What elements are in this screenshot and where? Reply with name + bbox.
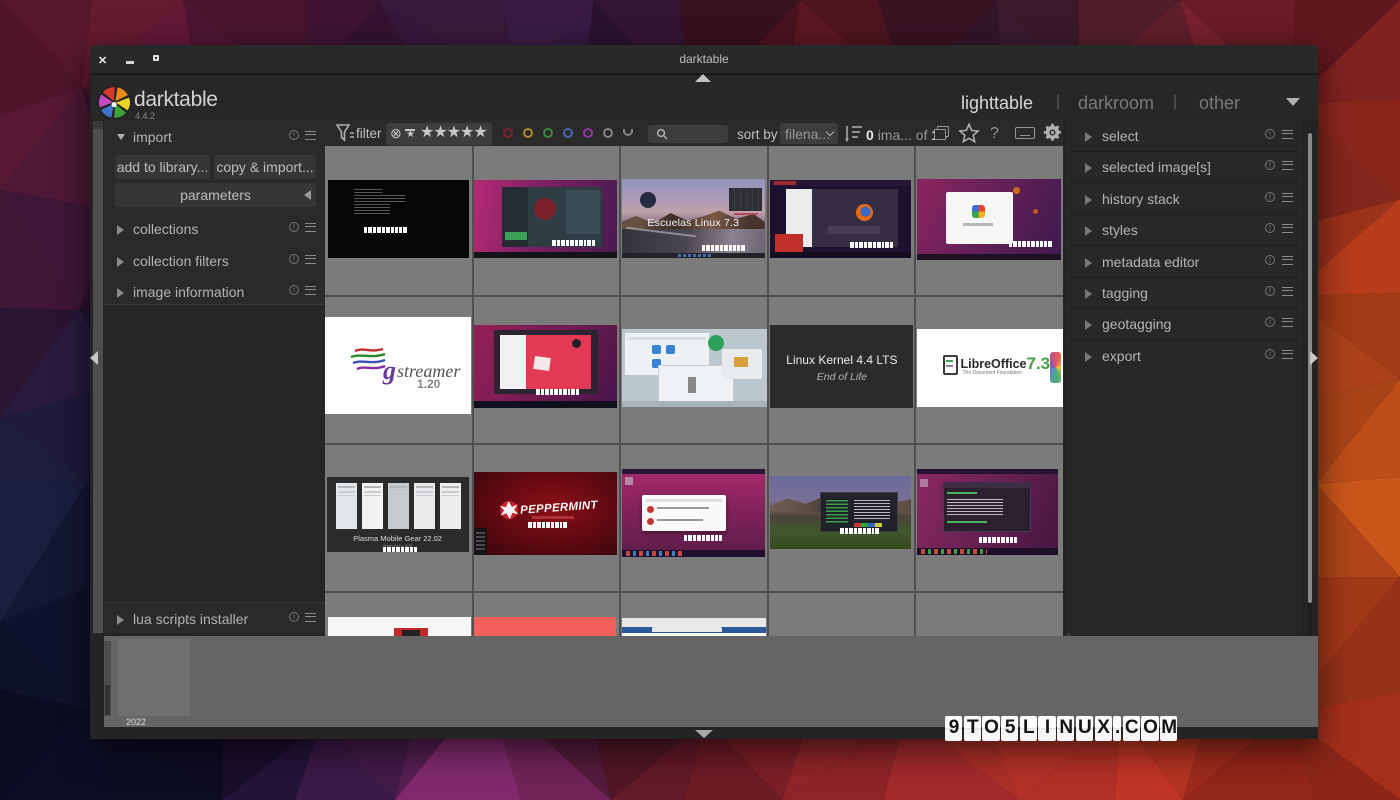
svg-text:PEPPERMINT: PEPPERMINT <box>520 499 599 516</box>
svg-text:g: g <box>382 356 396 385</box>
